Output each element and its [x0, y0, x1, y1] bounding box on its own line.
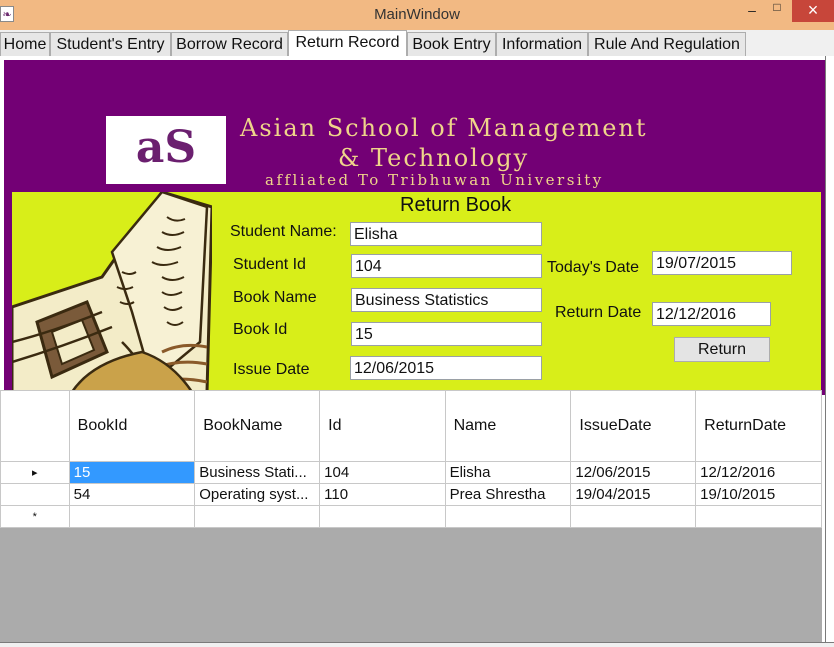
book-id-field[interactable]: 15 — [351, 322, 542, 346]
school-name-line2: & Technology — [338, 144, 530, 172]
tab-students-entry[interactable]: Student's Entry — [50, 32, 171, 56]
todays-date-label: Today's Date — [547, 259, 639, 276]
table-cell[interactable] — [194, 505, 321, 528]
column-header-id[interactable]: Id — [319, 390, 446, 462]
table-cell[interactable]: 12/12/2016 — [695, 461, 822, 484]
table-cell[interactable]: 19/10/2015 — [695, 483, 822, 506]
header-row: BookId BookName Id Name IssueDate Return… — [0, 390, 822, 462]
close-button[interactable]: × — [792, 0, 834, 22]
current-row-indicator-icon[interactable]: ▸ — [0, 461, 70, 484]
student-id-label: Student Id — [233, 256, 306, 273]
tab-bar: Home Student's Entry Borrow Record Retur… — [0, 30, 834, 57]
new-row-asterisk-icon[interactable]: * — [0, 505, 70, 528]
records-grid: BookId BookName Id Name IssueDate Return… — [0, 390, 822, 642]
tab-rule-and-regulation[interactable]: Rule And Regulation — [588, 32, 746, 56]
book-id-label: Book Id — [233, 321, 288, 338]
table-cell[interactable]: 54 — [68, 483, 196, 506]
table-cell[interactable]: 12/06/2015 — [570, 461, 697, 484]
table-cell[interactable] — [695, 505, 822, 528]
tab-borrow-record[interactable]: Borrow Record — [171, 32, 288, 56]
student-name-field[interactable]: Elisha — [350, 222, 542, 246]
school-name-line1: Asian School of Management — [240, 114, 648, 142]
open-book-illustration — [12, 192, 212, 392]
title-bar: ❧ MainWindow – □ × — [0, 0, 834, 30]
table-cell[interactable]: 110 — [319, 483, 446, 506]
table-cell[interactable] — [319, 505, 446, 528]
affiliation-text: affliated To Tribhuwan University — [265, 171, 604, 189]
table-cell[interactable]: Business Stati... — [194, 461, 321, 484]
student-id-field[interactable]: 104 — [351, 254, 542, 278]
tab-information[interactable]: Information — [496, 32, 588, 56]
tab-home[interactable]: Home — [0, 32, 50, 56]
column-header-bookname[interactable]: BookName — [194, 390, 321, 462]
tab-book-entry[interactable]: Book Entry — [407, 32, 496, 56]
table-cell[interactable]: 19/04/2015 — [570, 483, 697, 506]
book-name-field[interactable]: Business Statistics — [351, 288, 542, 312]
todays-date-field[interactable]: 19/07/2015 — [652, 251, 792, 275]
table-cell[interactable] — [570, 505, 697, 528]
table-cell[interactable]: Elisha — [444, 461, 572, 484]
column-header-bookid[interactable]: BookId — [68, 390, 196, 462]
table-cell[interactable]: 104 — [319, 461, 446, 484]
tab-return-record[interactable]: Return Record — [288, 30, 407, 57]
book-name-label: Book Name — [233, 289, 317, 306]
maximize-button[interactable]: □ — [762, 0, 792, 22]
column-header-name[interactable]: Name — [444, 390, 572, 462]
return-button[interactable]: Return — [674, 337, 770, 362]
window-title: MainWindow — [374, 6, 460, 23]
records-table: BookId BookName Id Name IssueDate Return… — [0, 390, 822, 528]
table-row[interactable]: ▸ 15 Business Stati... 104 Elisha 12/06/… — [0, 461, 822, 484]
row-header[interactable] — [0, 483, 70, 506]
table-cell[interactable] — [444, 505, 572, 528]
vertical-scrollbar[interactable] — [825, 56, 834, 647]
row-header-corner — [0, 390, 70, 462]
form-title: Return Book — [400, 194, 512, 216]
table-cell[interactable]: Prea Shrestha — [444, 483, 572, 506]
issue-date-label: Issue Date — [233, 361, 310, 378]
column-header-issuedate[interactable]: IssueDate — [570, 390, 697, 462]
issue-date-field[interactable]: 12/06/2015 — [350, 356, 542, 380]
table-cell[interactable] — [68, 505, 196, 528]
table-cell[interactable]: Operating syst... — [194, 483, 321, 506]
tab-content: aS Asian School of Management & Technolo… — [0, 56, 834, 647]
student-name-label: Student Name: — [230, 223, 337, 240]
school-logo: aS — [106, 116, 226, 184]
column-header-returndate[interactable]: ReturnDate — [695, 390, 822, 462]
table-cell[interactable]: 15 — [68, 461, 196, 484]
return-date-field[interactable]: 12/12/2016 — [652, 302, 771, 326]
table-row[interactable]: 54 Operating syst... 110 Prea Shrestha 1… — [0, 483, 822, 506]
new-row[interactable]: * — [0, 505, 822, 528]
status-strip — [0, 642, 834, 647]
return-date-label: Return Date — [555, 304, 642, 321]
